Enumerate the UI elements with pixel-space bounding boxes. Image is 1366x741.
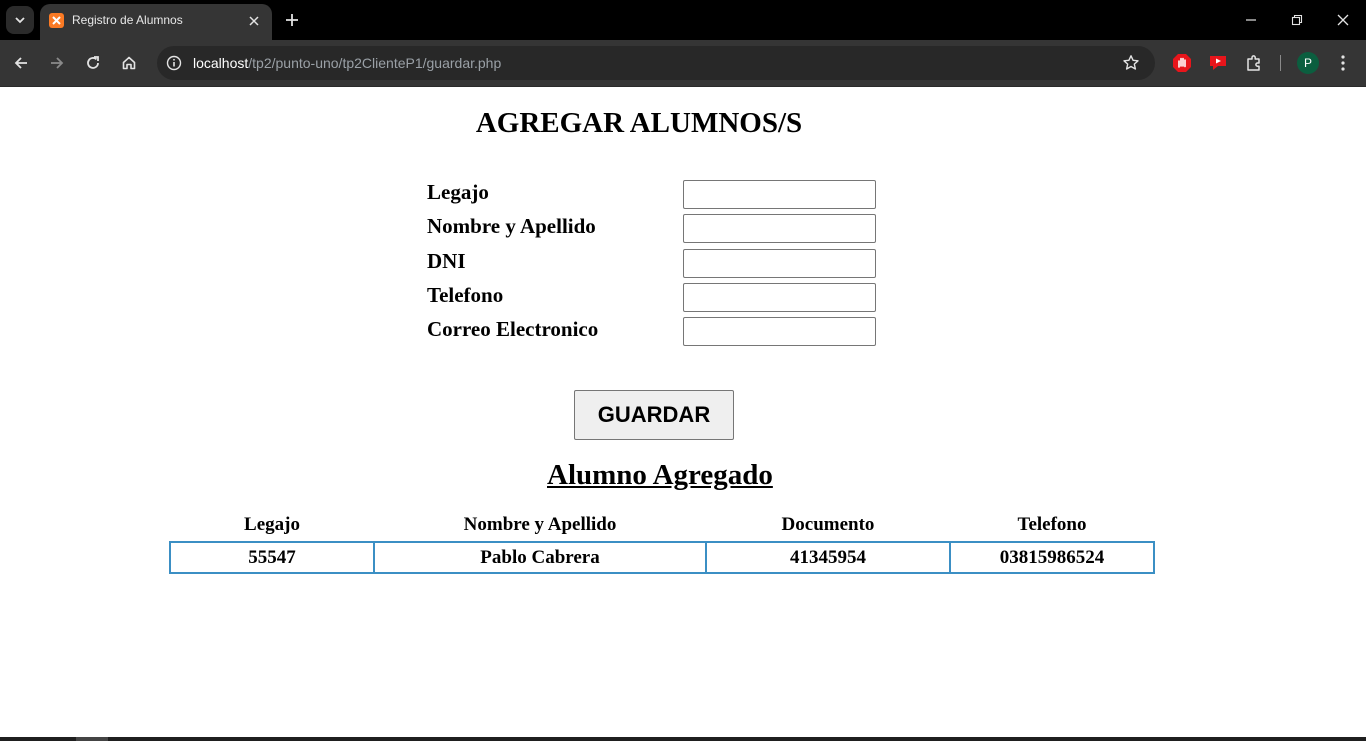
url-host: localhost <box>193 55 249 71</box>
youtube-ext-icon <box>1210 56 1226 70</box>
page-title: AGREGAR ALUMNOS/S <box>475 107 803 139</box>
back-arrow-icon <box>14 57 27 69</box>
table-cell: 41345954 <box>705 541 951 574</box>
legajo-label: Legajo <box>427 180 489 204</box>
back-button[interactable] <box>8 50 34 76</box>
url-path: /tp2/punto-uno/tp2ClienteP1/guardar.php <box>248 55 502 71</box>
table-cell: 03815986524 <box>949 541 1155 574</box>
bookmark-star-button[interactable] <box>1121 53 1141 73</box>
column-header: Legajo <box>244 513 300 535</box>
forward-button[interactable] <box>44 50 70 76</box>
close-icon <box>1337 14 1349 26</box>
tab-close-button[interactable] <box>245 12 263 30</box>
legajo-input[interactable] <box>683 180 876 209</box>
active-tab[interactable]: Registro de Alumnos <box>40 4 272 40</box>
toolbar-separator <box>1280 55 1281 71</box>
table-cell: 55547 <box>169 541 375 574</box>
forward-arrow-icon <box>51 57 64 69</box>
plus-icon <box>286 14 298 26</box>
address-bar[interactable]: localhost/tp2/punto-uno/tp2ClienteP1/gua… <box>157 46 1155 80</box>
chevron-down-icon <box>15 17 25 24</box>
hand-stop-extension-button[interactable] <box>1171 52 1193 74</box>
dni-input[interactable] <box>683 249 876 278</box>
table-row: 55547 Pablo Cabrera 41345954 03815986524 <box>169 541 1155 574</box>
nombre-apellido-label: Nombre y Apellido <box>427 214 596 238</box>
tab-strip: Registro de Alumnos <box>0 0 1366 40</box>
correo-input[interactable] <box>683 317 876 346</box>
restore-button[interactable] <box>1283 6 1311 34</box>
extensions-button[interactable] <box>1243 52 1265 74</box>
dni-label: DNI <box>427 249 466 273</box>
bottom-scrollbar[interactable] <box>0 737 1366 741</box>
column-header: Nombre y Apellido <box>463 513 617 535</box>
nombre-apellido-input[interactable] <box>683 214 876 243</box>
profile-avatar[interactable]: P <box>1297 52 1319 74</box>
column-header: Documento <box>781 513 875 535</box>
home-button[interactable] <box>116 50 142 76</box>
puzzle-icon <box>1247 55 1260 71</box>
table-header-row: Legajo Nombre y Apellido Documento Telef… <box>170 508 1154 542</box>
info-icon[interactable] <box>165 54 183 72</box>
new-tab-button[interactable] <box>282 10 302 30</box>
youtube-extension-button[interactable] <box>1207 52 1229 74</box>
window-close-button[interactable] <box>1329 6 1357 34</box>
browser-menu-button[interactable] <box>1332 52 1354 74</box>
telefono-input[interactable] <box>683 283 876 312</box>
result-title: Alumno Agregado <box>547 459 773 491</box>
browser-toolbar: localhost/tp2/punto-uno/tp2ClienteP1/gua… <box>0 40 1366 87</box>
hand-stop-icon <box>1173 54 1191 72</box>
correo-label: Correo Electronico <box>427 317 599 341</box>
minimize-button[interactable] <box>1237 6 1265 34</box>
tab-title: Registro de Alumnos <box>72 13 183 27</box>
scrollbar-thumb[interactable] <box>76 737 108 741</box>
star-icon <box>1123 55 1139 70</box>
guardar-button[interactable]: GUARDAR <box>574 390 734 440</box>
tab-search-button[interactable] <box>6 6 34 34</box>
reload-icon <box>87 56 99 69</box>
home-icon <box>122 56 136 70</box>
page-content: AGREGAR ALUMNOS/S Legajo Nombre y Apelli… <box>0 87 1366 741</box>
table-cell: Pablo Cabrera <box>373 541 707 574</box>
column-header: Telefono <box>1017 513 1087 535</box>
url-text[interactable]: localhost/tp2/punto-uno/tp2ClienteP1/gua… <box>193 55 501 71</box>
result-table: Legajo Nombre y Apellido Documento Telef… <box>169 508 1155 574</box>
restore-icon <box>1291 14 1303 26</box>
kebab-menu-icon <box>1341 55 1345 71</box>
xampp-favicon-icon <box>49 13 64 28</box>
telefono-label: Telefono <box>427 283 504 307</box>
close-icon <box>249 16 259 26</box>
minimize-icon <box>1246 19 1256 21</box>
reload-button[interactable] <box>80 50 106 76</box>
